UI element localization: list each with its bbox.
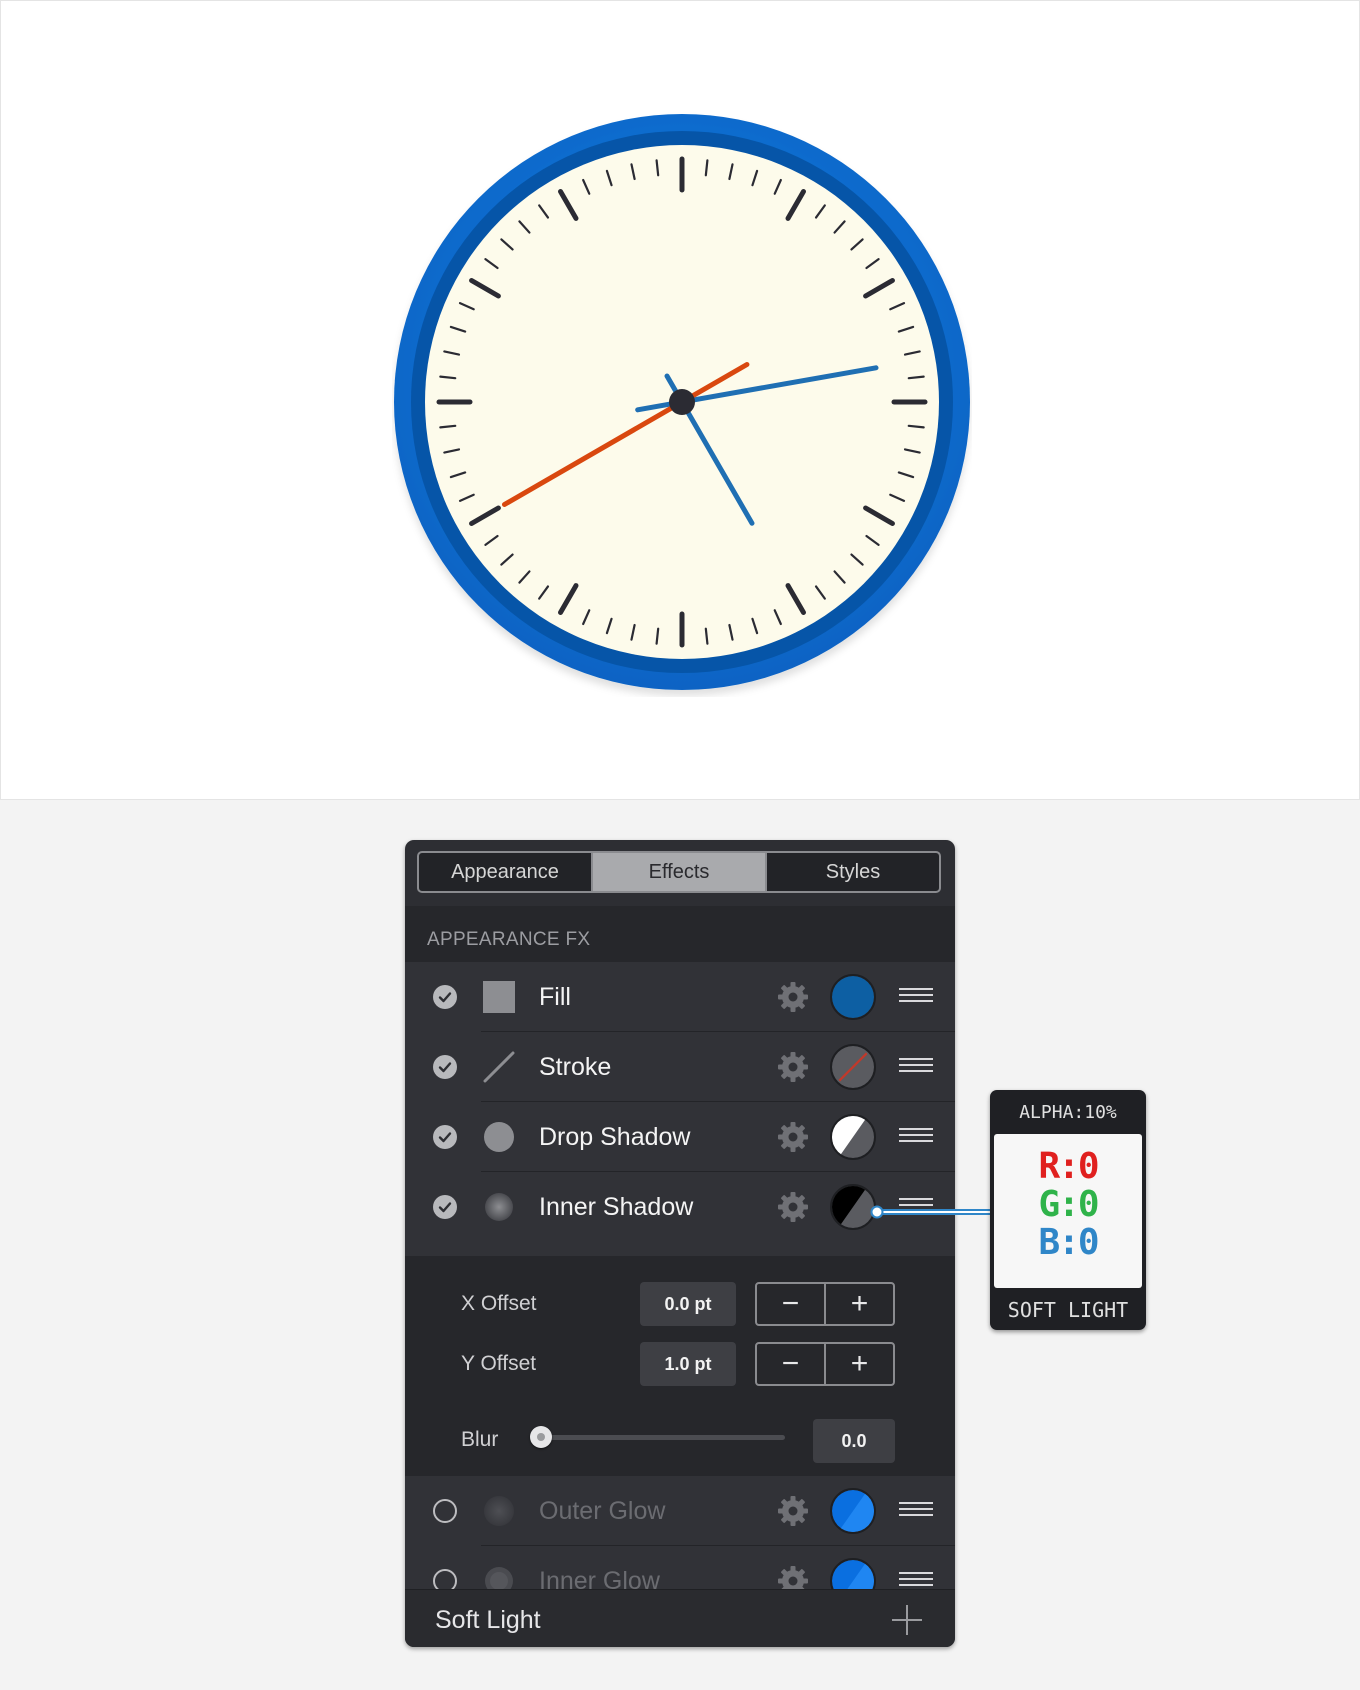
callout-blue-value: B:0 [1038, 1222, 1099, 1263]
x-offset-stepper: − + [755, 1282, 895, 1326]
stroke-checkbox[interactable] [433, 1055, 457, 1079]
blur-value-field[interactable]: 0.0 [813, 1419, 895, 1463]
blur-slider-track[interactable] [535, 1435, 785, 1440]
y-offset-decrement-button[interactable]: − [757, 1344, 826, 1384]
blur-slider-thumb[interactable] [530, 1426, 552, 1448]
effect-row-stroke[interactable]: Stroke [405, 1032, 955, 1102]
callout-alpha: ALPHA:10% [1019, 1102, 1117, 1123]
minute-tick [655, 627, 660, 645]
panel-tabs: Appearance Effects Styles [417, 851, 941, 893]
fill-checkbox[interactable] [433, 985, 457, 1009]
square-icon [483, 981, 515, 1013]
y-offset-stepper: − + [755, 1342, 895, 1386]
line-icon [483, 1051, 515, 1083]
callout-connector [870, 1205, 990, 1219]
plus-icon[interactable] [891, 1604, 923, 1636]
effect-label-fill: Fill [539, 983, 571, 1011]
soft-circle-icon [485, 1193, 513, 1221]
gear-icon[interactable] [777, 1051, 809, 1083]
x-offset-label: X Offset [461, 1292, 537, 1315]
minute-tick [704, 627, 709, 645]
outer-glow-checkbox[interactable] [433, 1499, 457, 1523]
effect-label-stroke: Stroke [539, 1053, 612, 1081]
minute-tick [439, 424, 457, 429]
drag-handle-icon[interactable] [899, 1502, 933, 1520]
callout-green-value: G:0 [1038, 1184, 1099, 1225]
inner-shadow-checkbox[interactable] [433, 1195, 457, 1219]
gear-icon[interactable] [777, 1495, 809, 1527]
fill-color-swatch[interactable] [830, 974, 876, 1020]
section-header: APPEARANCE FX [405, 906, 955, 962]
blend-mode-label[interactable]: Soft Light [435, 1606, 541, 1635]
drag-handle-icon[interactable] [899, 988, 933, 1006]
drag-handle-icon[interactable] [899, 1128, 933, 1146]
minute-tick [907, 424, 925, 429]
x-offset-increment-button[interactable]: + [826, 1284, 893, 1324]
blur-label: Blur [461, 1428, 499, 1451]
checkmark-icon [438, 1132, 452, 1143]
checkmark-icon [438, 1202, 452, 1213]
callout-blend-mode: SOFT LIGHT [1007, 1298, 1129, 1322]
drop-shadow-color-swatch[interactable] [830, 1114, 876, 1160]
tab-effects[interactable]: Effects [593, 853, 767, 891]
minute-tick [439, 375, 457, 380]
checkmark-icon [438, 992, 452, 1003]
drag-handle-icon[interactable] [899, 1058, 933, 1076]
callout-red-value: R:0 [1038, 1146, 1099, 1187]
effect-label-drop-shadow: Drop Shadow [539, 1123, 691, 1151]
effect-row-drop-shadow[interactable]: Drop Shadow [405, 1102, 955, 1172]
y-offset-increment-button[interactable]: + [826, 1344, 893, 1384]
clock-center-cap [669, 389, 695, 415]
effect-label-outer-glow: Outer Glow [539, 1497, 666, 1525]
inner-shadow-settings: X Offset 0.0 pt − + Y Offset 1.0 pt − + … [405, 1256, 955, 1476]
gear-icon[interactable] [777, 981, 809, 1013]
effect-row-outer-glow[interactable]: Outer Glow [405, 1476, 955, 1546]
drag-handle-icon[interactable] [899, 1572, 933, 1590]
gear-icon[interactable] [777, 1191, 809, 1223]
x-offset-field[interactable]: 0.0 pt [640, 1282, 736, 1326]
tab-appearance[interactable]: Appearance [419, 853, 593, 891]
x-offset-decrement-button[interactable]: − [757, 1284, 826, 1324]
effect-row-fill[interactable]: Fill [405, 962, 955, 1032]
y-offset-field[interactable]: 1.0 pt [640, 1342, 736, 1386]
appearance-panel: Appearance Effects Styles APPEARANCE FX … [405, 840, 955, 1647]
soft-circle-icon [484, 1496, 514, 1526]
y-offset-label: Y Offset [461, 1352, 537, 1375]
minute-tick [704, 159, 709, 177]
minute-tick [907, 375, 925, 380]
clock-illustration[interactable] [392, 107, 972, 697]
circle-icon [484, 1122, 514, 1152]
panel-footer: Soft Light [405, 1589, 955, 1647]
gear-icon[interactable] [777, 1121, 809, 1153]
canvas-area [0, 0, 1360, 800]
drop-shadow-checkbox[interactable] [433, 1125, 457, 1149]
stroke-color-swatch[interactable] [830, 1044, 876, 1090]
minute-tick [655, 159, 660, 177]
callout-rgb-box: R:0 G:0 B:0 [994, 1134, 1142, 1288]
outer-glow-color-swatch[interactable] [830, 1488, 876, 1534]
effect-label-inner-shadow: Inner Shadow [539, 1193, 694, 1221]
color-info-callout: ALPHA:10% R:0 G:0 B:0 SOFT LIGHT [990, 1090, 1146, 1330]
tab-styles[interactable]: Styles [767, 853, 939, 891]
checkmark-icon [438, 1062, 452, 1073]
